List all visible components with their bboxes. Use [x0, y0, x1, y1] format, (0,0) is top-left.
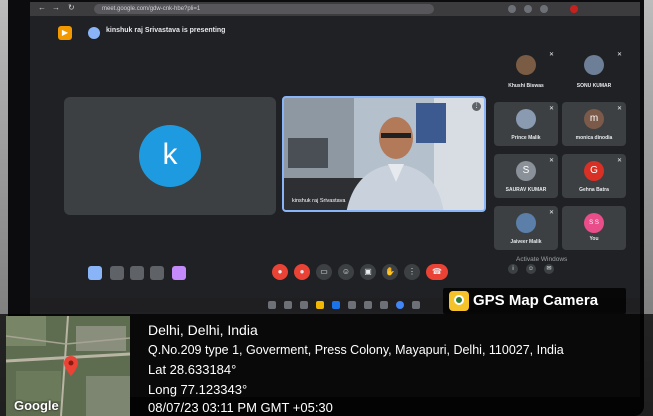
- avatar: m: [584, 109, 604, 129]
- participant-tile-main[interactable]: k: [64, 97, 276, 215]
- end-call-button[interactable]: ☎: [426, 264, 448, 280]
- tool-button[interactable]: [172, 266, 186, 280]
- mic-off-icon: ✕: [616, 52, 622, 58]
- participant-name: SONU KUMAR: [576, 83, 612, 89]
- location-latitude: Lat 28.633184°: [148, 362, 237, 377]
- participant-name: SAURAV KUMAR: [505, 187, 547, 193]
- gps-camera-icon: [449, 291, 469, 311]
- people-icon[interactable]: ☺: [526, 264, 536, 274]
- info-icon[interactable]: i: [508, 264, 518, 274]
- mic-off-icon: ✕: [548, 158, 554, 164]
- forward-icon[interactable]: →: [52, 3, 60, 12]
- participant-tile[interactable]: ✕ Jaiveer Malik: [494, 206, 558, 250]
- back-icon[interactable]: ←: [38, 3, 46, 12]
- location-longitude: Long 77.123343°: [148, 382, 248, 397]
- avatar: G: [584, 161, 604, 181]
- pin-icon[interactable]: ⋮: [472, 102, 481, 111]
- captions-button[interactable]: ▭: [316, 264, 332, 280]
- presenter-video-illustration: [284, 98, 484, 210]
- chrome-icon[interactable]: [396, 301, 404, 309]
- mic-off-icon: ✕: [548, 106, 554, 112]
- chat-icon[interactable]: ✉: [544, 264, 554, 274]
- location-datetime: 08/07/23 03:11 PM GMT +05:30: [148, 400, 333, 415]
- mic-off-icon: ✕: [548, 210, 554, 216]
- participant-name: monica dinodia: [575, 135, 613, 141]
- photo-scene: ← → ↻ meet.google.com/gdw-cnk-hbe?pli=1 …: [0, 0, 653, 416]
- mic-off-icon: ✕: [616, 106, 622, 112]
- file-explorer-icon[interactable]: [316, 301, 324, 309]
- participant-name: Khushi Biswas: [508, 83, 544, 89]
- participant-name: Jaiveer Malik: [510, 239, 542, 245]
- avatar: [516, 109, 536, 129]
- camera-off-button[interactable]: ●: [294, 264, 310, 280]
- avatar: k: [139, 125, 201, 187]
- activate-windows-watermark: Activate Windows: [516, 256, 568, 263]
- participant-name: Gehna Batra: [579, 187, 609, 193]
- participant-tile[interactable]: S ✕ SAURAV KUMAR: [494, 154, 558, 198]
- location-city: Delhi, Delhi, India: [148, 322, 258, 338]
- more-options-button[interactable]: ⋮: [404, 264, 420, 280]
- captions-button[interactable]: [110, 266, 124, 280]
- present-button[interactable]: ▣: [360, 264, 376, 280]
- taskbar-app-icon[interactable]: [348, 301, 356, 309]
- reload-icon[interactable]: ↻: [68, 3, 75, 12]
- avatar: [584, 55, 604, 75]
- avatar: S S: [584, 213, 604, 233]
- extension-icon[interactable]: [524, 5, 532, 13]
- avatar: [516, 55, 536, 75]
- location-pin-icon: [64, 356, 78, 376]
- participant-name: You: [589, 236, 599, 242]
- extension-icon[interactable]: [508, 5, 516, 13]
- mic-off-button[interactable]: ●: [272, 264, 288, 280]
- location-mini-map: Google: [6, 316, 130, 416]
- reaction-button[interactable]: [88, 266, 102, 280]
- tool-button[interactable]: [150, 266, 164, 280]
- participant-name: Prince Malik: [511, 135, 541, 141]
- emoji-button[interactable]: ☺: [338, 264, 354, 280]
- mic-off-icon: ✕: [548, 52, 554, 58]
- participant-tile[interactable]: ✕ SONU KUMAR: [562, 48, 626, 92]
- participant-tile[interactable]: ✕ Khushi Biswas: [494, 48, 558, 92]
- video-tile-presenter[interactable]: ⋮ kinshuk raj Srivastava: [282, 96, 486, 212]
- taskbar-app-icon[interactable]: [300, 301, 308, 309]
- participant-tile[interactable]: m ✕ monica dinodia: [562, 102, 626, 146]
- avatar: [516, 213, 536, 233]
- location-address: Q.No.209 type 1, Goverment, Press Colony…: [148, 343, 564, 357]
- meet-logo-icon: ▶: [58, 26, 72, 40]
- taskbar-app-icon[interactable]: [380, 301, 388, 309]
- presenter-avatar: [88, 27, 100, 39]
- raise-hand-button[interactable]: ✋: [382, 264, 398, 280]
- participant-tile[interactable]: ✕ Prince Malik: [494, 102, 558, 146]
- presenting-banner: kinshuk raj Srivastava is presenting: [106, 27, 226, 34]
- avatar: S: [516, 161, 536, 181]
- profile-icon[interactable]: [570, 5, 578, 13]
- taskbar-app-icon[interactable]: [284, 301, 292, 309]
- taskbar-app-icon[interactable]: [268, 301, 276, 309]
- participant-tile-self[interactable]: S S You: [562, 206, 626, 250]
- browser-toolbar: ← → ↻ meet.google.com/gdw-cnk-hbe?pli=1: [30, 2, 640, 16]
- tool-button[interactable]: [130, 266, 144, 280]
- extension-icon[interactable]: [540, 5, 548, 13]
- participant-tile[interactable]: G ✕ Gehna Batra: [562, 154, 626, 198]
- address-bar[interactable]: meet.google.com/gdw-cnk-hbe?pli=1: [94, 4, 434, 14]
- taskbar-app-icon[interactable]: [364, 301, 372, 309]
- gps-camera-badge: GPS Map Camera: [443, 288, 626, 314]
- gps-camera-brand: GPS Map Camera: [473, 292, 599, 309]
- mic-off-icon: ✕: [616, 158, 622, 164]
- google-map-label: Google: [14, 398, 59, 413]
- taskbar-app-icon[interactable]: [332, 301, 340, 309]
- video-participant-name: kinshuk raj Srivastava: [292, 198, 346, 204]
- taskbar-app-icon[interactable]: [412, 301, 420, 309]
